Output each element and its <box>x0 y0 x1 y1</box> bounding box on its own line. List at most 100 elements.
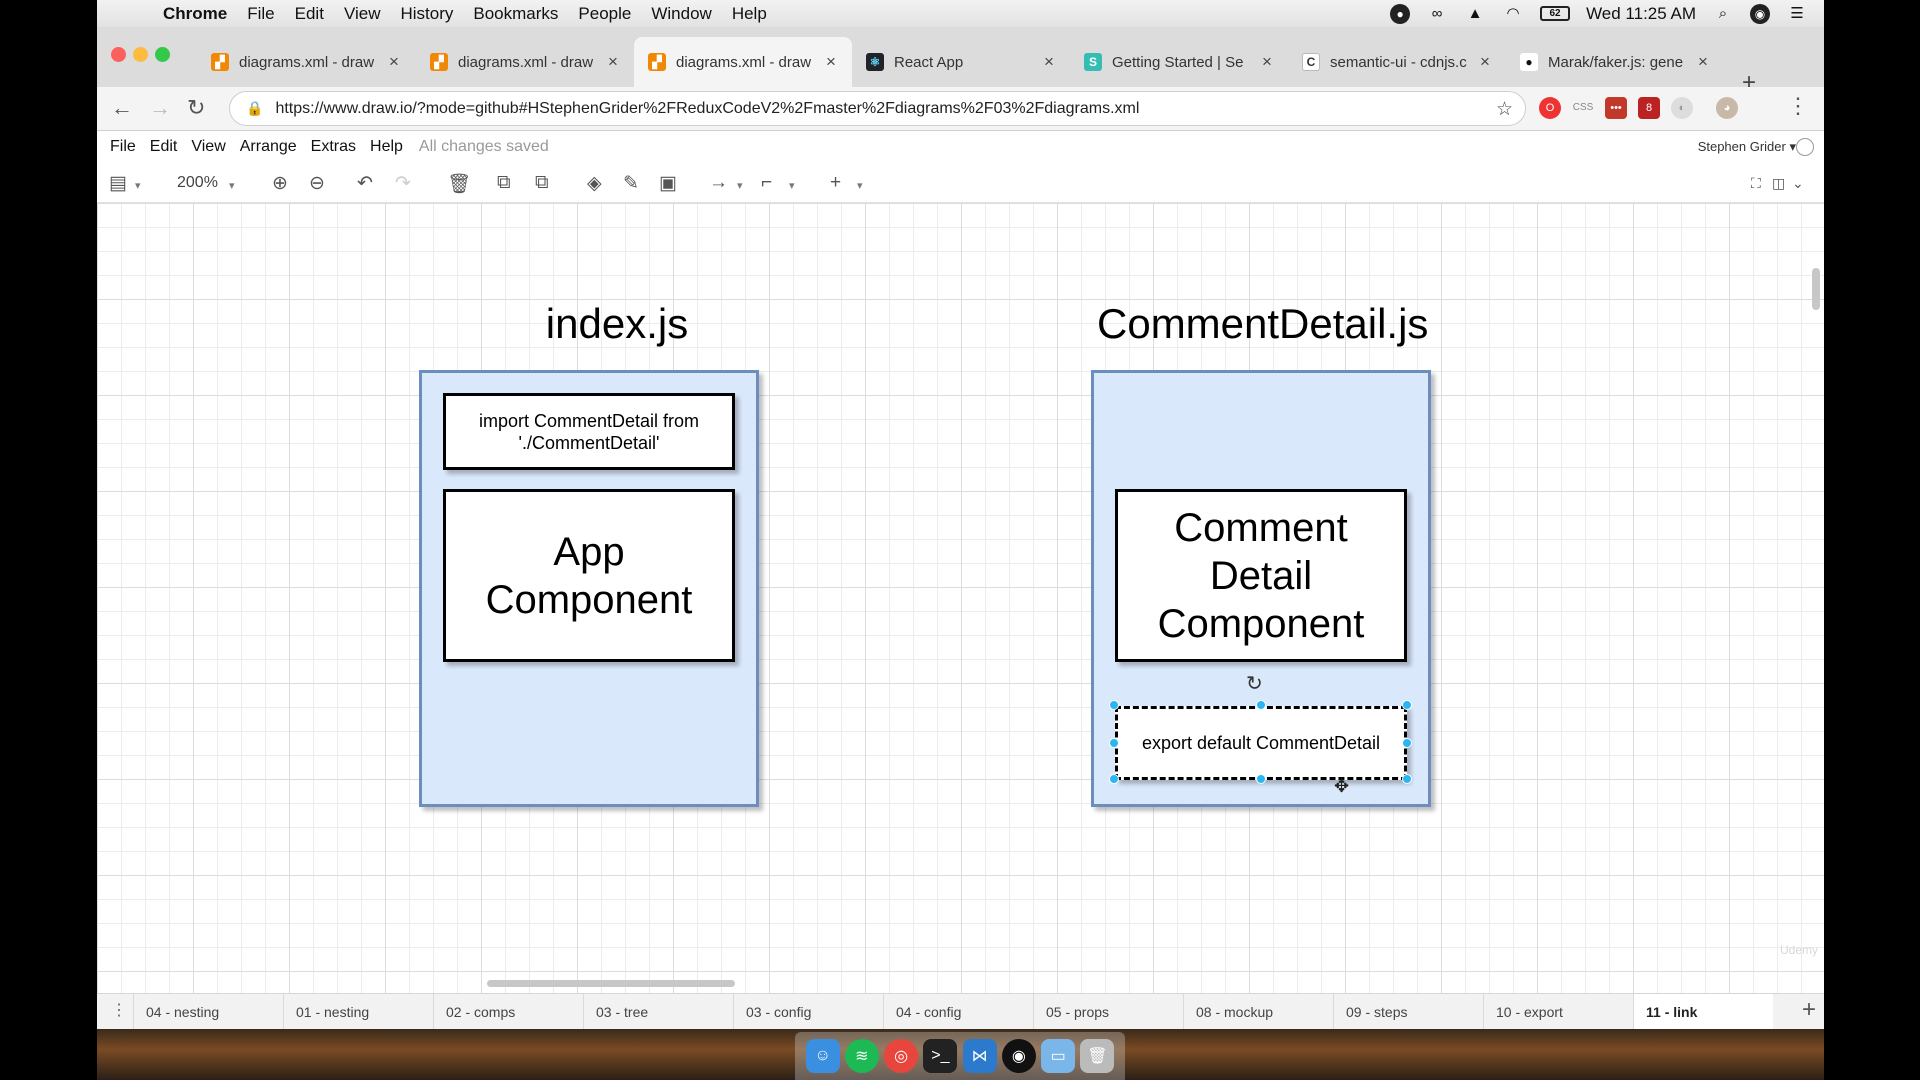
menu-people[interactable]: People <box>578 4 631 24</box>
drawio-menu-file[interactable]: File <box>110 138 136 156</box>
glasses-icon[interactable]: ∞ <box>1426 5 1448 23</box>
page-tab[interactable]: 04 - nesting <box>133 994 283 1030</box>
docker-icon[interactable]: ▲ <box>1464 5 1486 23</box>
menu-file[interactable]: File <box>247 4 274 24</box>
browser-tab[interactable]: ⚛ React App × <box>852 37 1070 87</box>
folder-icon[interactable]: ▭ <box>1041 1039 1076 1073</box>
drawio-menu-edit[interactable]: Edit <box>150 138 178 156</box>
to-back-icon[interactable]: ⧉ <box>535 172 549 194</box>
page-tab[interactable]: 08 - mockup <box>1183 994 1333 1030</box>
close-icon[interactable]: × <box>1480 52 1490 72</box>
shadow-icon[interactable]: ▣ <box>659 172 677 195</box>
resize-handle[interactable] <box>1256 700 1266 710</box>
clock[interactable]: Wed 11:25 AM <box>1586 4 1696 24</box>
close-icon[interactable]: × <box>608 52 618 72</box>
drawio-menu-help[interactable]: Help <box>370 138 403 156</box>
resize-handle[interactable] <box>1109 700 1119 710</box>
disabled-extension-icon[interactable]: ◐ <box>1671 97 1693 119</box>
trash-icon[interactable]: 🗑 <box>1080 1039 1115 1073</box>
reload-icon[interactable]: ↻ <box>187 95 205 121</box>
menu-window[interactable]: Window <box>651 4 711 24</box>
minimize-window-button[interactable] <box>133 47 148 62</box>
close-icon[interactable]: × <box>1262 52 1272 72</box>
page-tab[interactable]: 03 - config <box>733 994 883 1030</box>
drawio-menu-view[interactable]: View <box>191 138 225 156</box>
drawio-menu-extras[interactable]: Extras <box>311 138 356 156</box>
close-icon[interactable]: × <box>1044 52 1054 72</box>
horizontal-scrollbar[interactable] <box>487 980 735 987</box>
rotate-icon[interactable]: ↻ <box>1246 671 1263 696</box>
address-bar[interactable]: 🔒 https://www.draw.io/?mode=github#HStep… <box>229 91 1526 126</box>
menu-edit[interactable]: Edit <box>295 4 324 24</box>
pages-menu-icon[interactable]: ⋮ <box>111 1000 127 1020</box>
page-tab[interactable]: 04 - config <box>883 994 1033 1030</box>
finder-icon[interactable]: ☺ <box>805 1039 840 1073</box>
page-tab-active[interactable]: 11 - link <box>1633 994 1773 1030</box>
chrome-menu-icon[interactable]: ⋮ <box>1787 93 1809 119</box>
browser-tab[interactable]: ● Marak/faker.js: gene × <box>1506 37 1724 87</box>
wifi-icon[interactable]: ◠ <box>1502 5 1524 23</box>
vertical-scrollbar[interactable] <box>1812 268 1820 310</box>
page-tab[interactable]: 02 - comps <box>433 994 583 1030</box>
menu-bookmarks[interactable]: Bookmarks <box>473 4 558 24</box>
drawio-menu-arrange[interactable]: Arrange <box>240 138 297 156</box>
resize-handle[interactable] <box>1109 774 1119 784</box>
profile-avatar[interactable]: ◕ <box>1716 97 1738 119</box>
opera-extension-icon[interactable]: O <box>1539 97 1561 119</box>
resize-handle[interactable] <box>1109 738 1119 748</box>
close-window-button[interactable] <box>111 47 126 62</box>
chevron-down-icon[interactable]: ▾ <box>229 179 235 192</box>
menu-view[interactable]: View <box>344 4 381 24</box>
collapse-icon[interactable]: ⌄ <box>1792 175 1804 192</box>
close-icon[interactable]: × <box>1698 52 1708 72</box>
diagram-canvas[interactable]: index.js import CommentDetail from './Co… <box>97 203 1824 993</box>
close-icon[interactable]: × <box>389 52 399 72</box>
browser-tab[interactable]: C semantic-ui - cdnjs.c × <box>1288 37 1506 87</box>
undo-icon[interactable]: ↶ <box>357 172 373 195</box>
user-menu[interactable]: Stephen Grider ▾ <box>1698 139 1796 155</box>
chevron-down-icon[interactable]: ▾ <box>857 179 863 192</box>
panel-toggle-icon[interactable]: ▤ <box>109 172 127 195</box>
zoom-level[interactable]: 200% <box>177 174 218 192</box>
notification-center-icon[interactable]: ☰ <box>1786 5 1808 23</box>
insert-icon[interactable]: + <box>830 172 841 194</box>
menu-help[interactable]: Help <box>732 4 767 24</box>
resize-handle[interactable] <box>1402 700 1412 710</box>
vscode-icon[interactable]: ⋈ <box>962 1039 997 1073</box>
export-statement-box[interactable]: export default CommentDetail <box>1115 706 1407 780</box>
spotlight-search-icon[interactable]: ⌕ <box>1712 5 1734 23</box>
back-icon[interactable]: ← <box>111 95 133 121</box>
bookmark-star-icon[interactable]: ☆ <box>1496 98 1513 121</box>
lastpass-extension-icon[interactable]: ••• <box>1605 97 1627 119</box>
resize-handle[interactable] <box>1256 774 1266 784</box>
connection-icon[interactable]: → <box>709 172 728 194</box>
browser-tab-active[interactable]: ▞ diagrams.xml - draw × <box>634 37 852 87</box>
page-tab[interactable]: 05 - props <box>1033 994 1183 1030</box>
css-extension-icon[interactable]: CSS <box>1572 97 1594 119</box>
page-tab[interactable]: 10 - export <box>1483 994 1633 1030</box>
format-panel-icon[interactable]: ◫ <box>1772 175 1785 192</box>
zoom-in-icon[interactable]: ⊕ <box>272 172 288 195</box>
page-tab[interactable]: 01 - nesting <box>283 994 433 1030</box>
globe-icon[interactable] <box>1796 138 1814 156</box>
camera-app-icon[interactable]: ● <box>1390 3 1411 24</box>
index-js-title[interactable]: index.js <box>512 300 722 348</box>
fullscreen-icon[interactable]: ⛶ <box>1751 175 1761 192</box>
import-statement-box[interactable]: import CommentDetail from './CommentDeta… <box>443 393 735 470</box>
close-icon[interactable]: × <box>826 52 836 72</box>
page-tab[interactable]: 09 - steps <box>1333 994 1483 1030</box>
delete-icon[interactable]: 🗑 <box>447 172 471 196</box>
browser-tab[interactable]: ▞ diagrams.xml - draw × <box>416 37 634 87</box>
siri-icon[interactable]: ◉ <box>1750 3 1770 24</box>
resize-handle[interactable] <box>1402 738 1412 748</box>
obs-icon[interactable]: ◉ <box>1001 1039 1036 1073</box>
ublock-extension-icon[interactable]: 8 <box>1638 97 1660 119</box>
url-text[interactable]: https://www.draw.io/?mode=github#HStephe… <box>275 100 1139 118</box>
zoom-out-icon[interactable]: ⊖ <box>309 172 325 195</box>
app-component-box[interactable]: App Component <box>443 489 735 662</box>
chevron-down-icon[interactable]: ▾ <box>135 179 141 192</box>
chrome-icon[interactable]: ◎ <box>884 1039 919 1073</box>
terminal-icon[interactable]: >_ <box>923 1039 958 1073</box>
resize-handle[interactable] <box>1402 774 1412 784</box>
battery-icon[interactable]: 62 <box>1540 6 1571 21</box>
